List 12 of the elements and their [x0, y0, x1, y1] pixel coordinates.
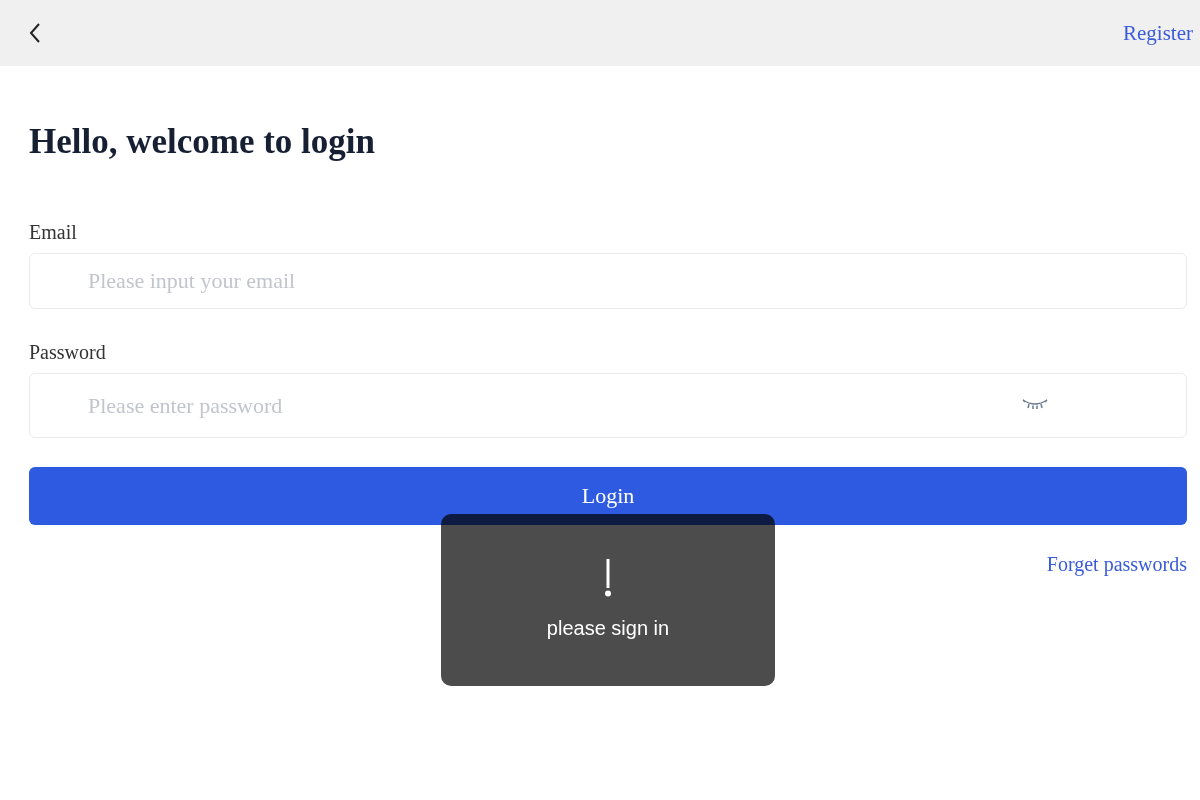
- field-label: Password: [29, 340, 107, 364]
- field-label: Email: [29, 220, 78, 244]
- toast-message: please sign in: [546, 617, 670, 640]
- closed-eye-icon[interactable]: [1022, 399, 1048, 411]
- login-button[interactable]: Login: [29, 467, 1187, 525]
- password-field[interactable]: Please enter password: [29, 373, 1187, 438]
- page-title: Hello, welcome to login: [29, 121, 377, 163]
- warning-icon: [604, 559, 612, 597]
- register-link[interactable]: Register: [1123, 20, 1193, 46]
- back-icon[interactable]: [29, 23, 41, 43]
- email-field[interactable]: Please input your email: [29, 253, 1187, 309]
- forgot-password-link[interactable]: Forget passwords: [1046, 553, 1187, 576]
